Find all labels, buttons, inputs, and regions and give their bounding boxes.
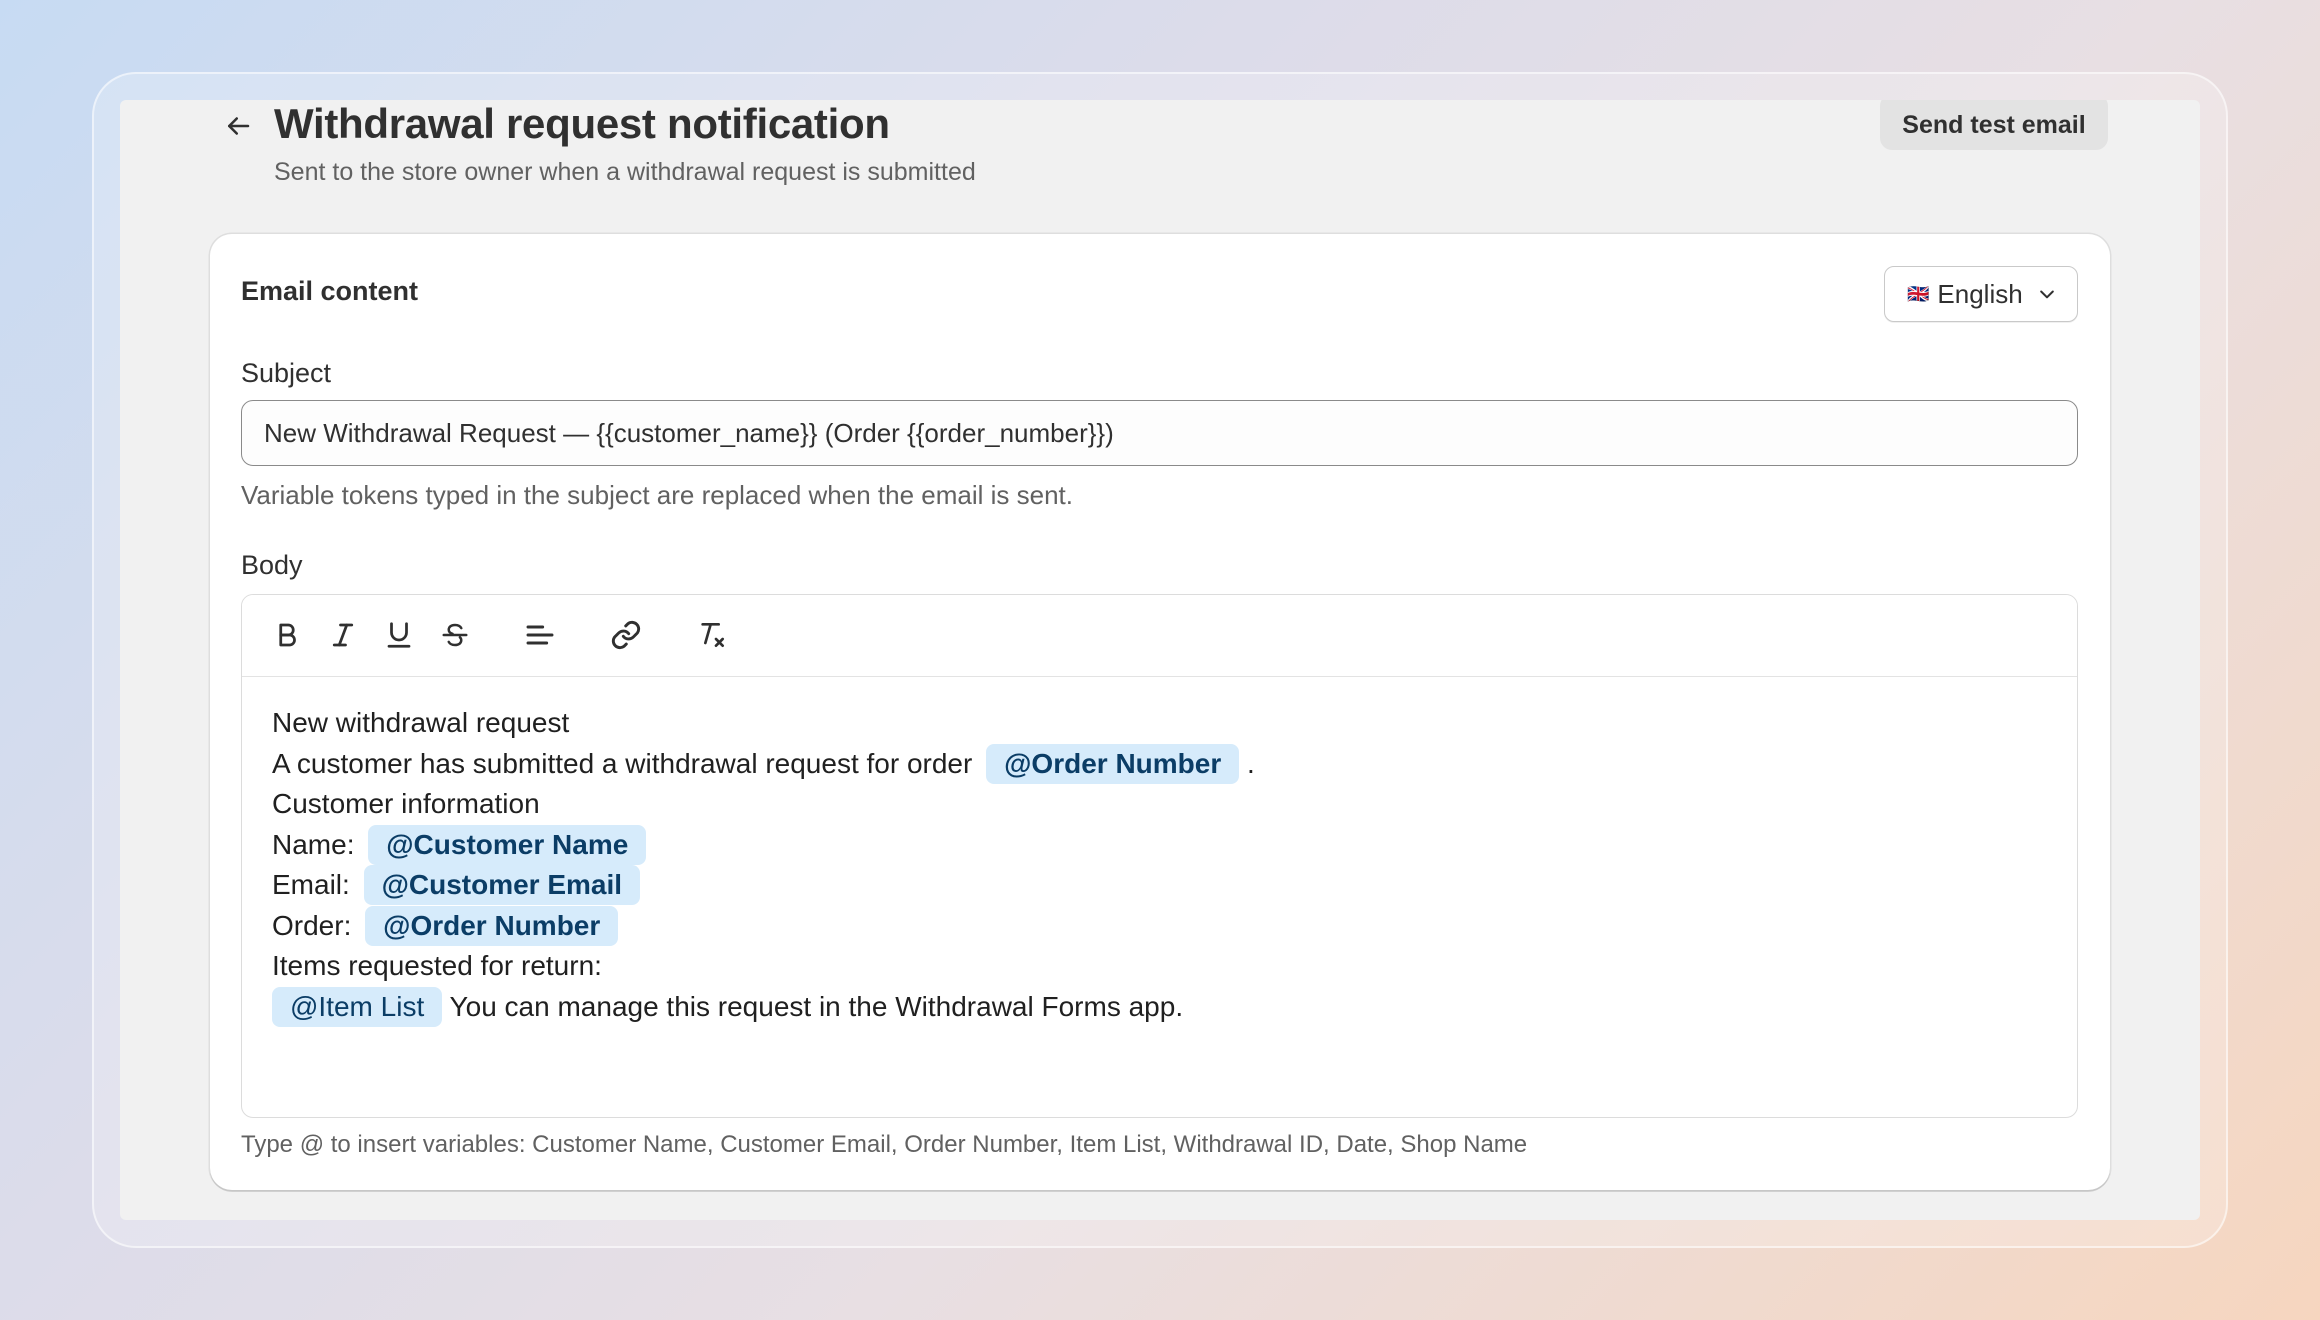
subject-value: New Withdrawal Request — {{customer_name…: [264, 417, 1114, 448]
card-title: Email content: [241, 276, 419, 306]
body-line: Order: @Order Number: [272, 905, 2047, 947]
link-icon: [611, 620, 641, 650]
body-text: New withdrawal request: [272, 707, 570, 738]
variable-token-order-number[interactable]: @Order Number: [986, 743, 1240, 784]
strikethrough-icon: [442, 623, 468, 647]
clear-formatting-icon: [701, 623, 724, 647]
send-test-email-button[interactable]: Send test email: [1880, 100, 2108, 150]
email-content-card: Email content 🇬🇧 English Subject New Wit…: [210, 234, 2110, 1190]
body-line: Customer information: [272, 784, 2047, 825]
align-button[interactable]: [520, 615, 560, 655]
variable-token-customer-name[interactable]: @Customer Name: [368, 824, 647, 865]
body-line: A customer has submitted a withdrawal re…: [272, 743, 2047, 785]
uk-flag-icon: 🇬🇧: [1907, 284, 1930, 304]
align-left-icon: [526, 625, 554, 645]
body-editor: New withdrawal request A customer has su…: [241, 594, 2078, 1118]
editor-toolbar: [242, 595, 2077, 677]
page-header: Withdrawal request notification Sent to …: [120, 100, 2200, 200]
bold-icon: [279, 623, 296, 647]
app-window: Withdrawal request notification Sent to …: [120, 100, 2200, 1220]
variable-token-order-number[interactable]: @Order Number: [365, 905, 619, 946]
body-text: You can manage this request in the Withd…: [449, 990, 1184, 1022]
body-label: Body: [241, 550, 303, 580]
italic-button[interactable]: [323, 615, 363, 655]
chevron-down-icon: [2039, 290, 2054, 299]
body-text: Email:: [272, 869, 350, 900]
underline-button[interactable]: [379, 615, 419, 655]
body-line: Name: @Customer Name: [272, 824, 2047, 866]
subject-label: Subject: [241, 358, 332, 388]
body-text: A customer has submitted a withdrawal re…: [272, 747, 973, 779]
strikethrough-button[interactable]: [435, 615, 475, 655]
body-line: New withdrawal request: [272, 703, 2047, 744]
page-title: Withdrawal request notification: [274, 100, 890, 147]
body-line: Email: @Customer Email: [272, 865, 2047, 906]
page-subtitle: Sent to the store owner when a withdrawa…: [274, 158, 976, 186]
body-text: Customer information: [272, 788, 540, 819]
back-button[interactable]: [214, 102, 262, 150]
link-button[interactable]: [606, 615, 646, 655]
clear-formatting-button[interactable]: [692, 615, 732, 655]
variable-token-customer-email[interactable]: @Customer Email: [363, 865, 641, 905]
language-label: English: [1937, 278, 2023, 309]
body-line: @Item List You can manage this request i…: [272, 986, 2047, 1028]
body-line: Items requested for return:: [272, 946, 2047, 987]
italic-icon: [332, 623, 354, 647]
body-text: Order:: [272, 909, 352, 941]
subject-help: Variable tokens typed in the subject are…: [241, 480, 1073, 510]
body-text: Items requested for return:: [272, 950, 602, 981]
body-text: .: [1247, 747, 1255, 779]
variable-token-item-list[interactable]: @Item List: [272, 986, 443, 1027]
subject-input[interactable]: New Withdrawal Request — {{customer_name…: [241, 400, 2078, 466]
bold-button[interactable]: [267, 615, 307, 655]
language-select[interactable]: 🇬🇧 English: [1884, 266, 2078, 322]
underline-icon: [387, 622, 411, 648]
arrow-left-icon: [228, 117, 250, 135]
body-text: Name:: [272, 828, 355, 860]
variables-help: Type @ to insert variables: Customer Nam…: [241, 1131, 1528, 1158]
editor-content[interactable]: New withdrawal request A customer has su…: [242, 677, 2077, 1053]
